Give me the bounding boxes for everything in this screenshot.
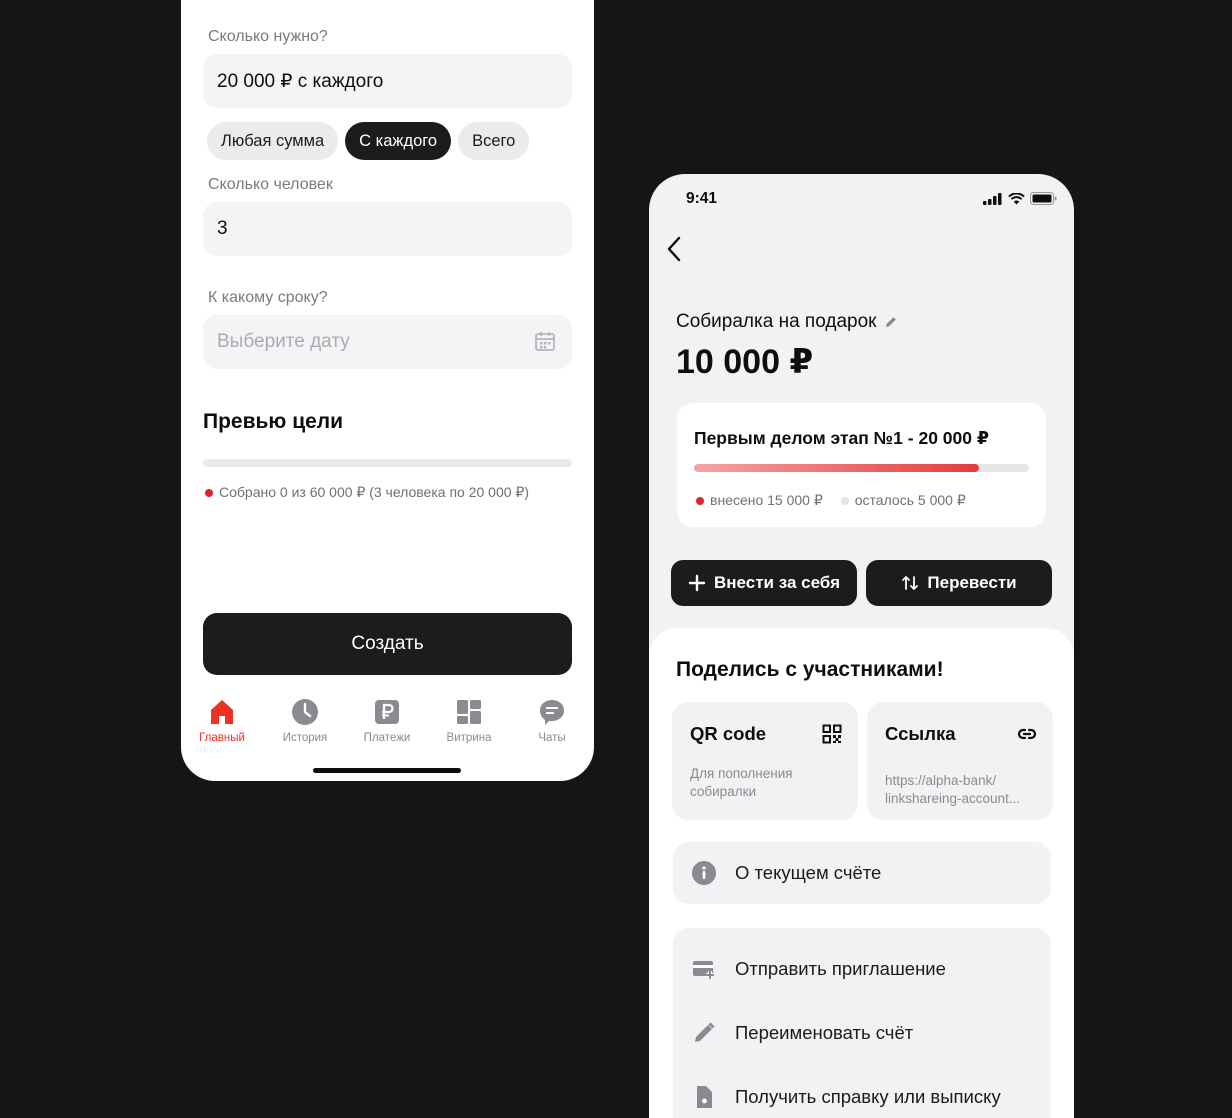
about-account-row[interactable]: О текущем счёте: [691, 860, 881, 886]
tab-chats-label: Чаты: [538, 732, 566, 744]
amount-field[interactable]: 20 000 ₽ с каждого: [203, 54, 572, 108]
get-statement-row[interactable]: Получить справку или выписку: [691, 1084, 1001, 1110]
tab-history[interactable]: История: [270, 697, 340, 744]
share-title: Поделись с участниками!: [676, 658, 944, 681]
goal-title-row: Собиралка на подарок: [676, 311, 898, 333]
tab-chats[interactable]: Чаты: [517, 697, 587, 744]
tab-showcase[interactable]: Витрина: [434, 697, 504, 744]
home-icon: [211, 700, 233, 724]
document-icon: [697, 1086, 712, 1108]
showcase-icon: [457, 700, 481, 724]
left-text: осталось 5 000 ₽: [854, 492, 966, 508]
stage-card: Первым делом этап №1 - 20 000 ₽ внесено …: [677, 403, 1046, 527]
invite-card-icon: [693, 961, 714, 979]
chip-per-person[interactable]: С каждого: [345, 122, 452, 160]
back-chevron-icon[interactable]: [663, 234, 687, 264]
left-legend: осталось 5 000 ₽: [840, 492, 966, 509]
chip-any-amount[interactable]: Любая сумма: [207, 122, 339, 160]
transfer-label: Перевести: [927, 573, 1017, 592]
stage-legend: внесено 15 000 ₽ осталось 5 000 ₽: [696, 492, 966, 509]
calendar-icon[interactable]: [534, 330, 556, 352]
amount-label: Сколько нужно?: [208, 28, 328, 45]
link-card[interactable]: Ссылка https://alpha-bank/ linkshareing-…: [867, 702, 1053, 820]
chip-total[interactable]: Всего: [458, 122, 530, 160]
plus-icon: [688, 574, 706, 592]
qr-title: QR code: [690, 723, 767, 744]
transfer-arrows-icon: [902, 576, 919, 590]
home-indicator: [313, 768, 461, 773]
wifi-icon: [1008, 192, 1025, 204]
about-account-card[interactable]: О текущем счёте: [673, 842, 1051, 904]
tab-payments[interactable]: Платежи: [352, 697, 422, 744]
deposit-button[interactable]: Внести за себя: [671, 560, 857, 606]
rename-account-label: Переименовать счёт: [735, 1022, 914, 1043]
status-icons: [983, 192, 1057, 205]
deposit-label: Внести за себя: [713, 573, 840, 592]
deadline-placeholder: Выберите дату: [217, 331, 350, 352]
people-label: Сколько человек: [208, 176, 333, 193]
collected-dot: [205, 488, 213, 497]
collected-status: Собрано 0 из 60 000 ₽ (3 человека по 20 …: [205, 484, 529, 501]
deadline-label: К какому сроку?: [208, 289, 328, 306]
link-title: Ссылка: [885, 723, 956, 744]
stage-progress-bar: [694, 464, 1029, 472]
amount-type-chips: Любая сумма С каждого Всего: [207, 122, 530, 160]
qr-subtitle: Для пополнения собиралки: [690, 766, 793, 799]
paid-dot: [696, 496, 704, 505]
tab-payments-label: Платежи: [363, 732, 411, 744]
people-field[interactable]: 3: [203, 202, 572, 256]
ruble-icon: [375, 700, 399, 724]
status-time: 9:41: [686, 190, 718, 207]
chat-icon: [540, 700, 564, 725]
tab-home[interactable]: Главный: [187, 697, 257, 744]
link-url: https://alpha-bank/ linkshareing-account…: [885, 773, 1021, 806]
create-button[interactable]: Создать: [203, 613, 572, 675]
preview-title: Превью цели: [203, 410, 344, 433]
deadline-field[interactable]: Выберите дату: [203, 315, 572, 369]
qr-code-icon: [822, 724, 842, 744]
share-sheet: Поделись с участниками! QR code Для попо…: [649, 628, 1074, 1118]
create-goal-screen: Сколько нужно? 20 000 ₽ с каждого Любая …: [181, 0, 594, 781]
rename-account-row[interactable]: Переименовать счёт: [691, 1020, 913, 1046]
actions-card: Отправить приглашение Переименовать счёт…: [673, 928, 1051, 1118]
edit-pencil-icon[interactable]: [884, 315, 898, 329]
info-icon: [692, 861, 716, 885]
qr-code-card[interactable]: QR code Для пополнения собиралки: [672, 702, 858, 820]
send-invite-label: Отправить приглашение: [735, 958, 946, 979]
paid-legend: внесено 15 000 ₽: [696, 492, 823, 509]
link-icon: [1017, 728, 1037, 740]
paid-text: внесено 15 000 ₽: [710, 492, 823, 508]
tab-showcase-label: Витрина: [446, 732, 492, 744]
send-invite-row[interactable]: Отправить приглашение: [691, 956, 946, 982]
about-account-label: О текущем счёте: [735, 862, 882, 883]
goal-title: Собиралка на подарок: [676, 311, 877, 332]
preview-progress-bar: [203, 459, 572, 467]
stage-progress-fill: [694, 464, 979, 472]
tab-bar: Главный История Платежи Витрина Чаты: [181, 697, 594, 747]
goal-amount: 10 000 ₽: [676, 343, 814, 381]
transfer-button[interactable]: Перевести: [866, 560, 1052, 606]
goal-detail-screen: 9:41 Собиралка на подарок 10 000 ₽ Первы…: [649, 174, 1074, 1118]
pencil-icon: [695, 1022, 715, 1042]
signal-icon: [983, 192, 1002, 205]
stage-title: Первым делом этап №1 - 20 000 ₽: [694, 428, 990, 448]
get-statement-label: Получить справку или выписку: [735, 1086, 1001, 1107]
tab-history-label: История: [282, 732, 328, 744]
collected-text: Собрано 0 из 60 000 ₽ (3 человека по 20 …: [219, 484, 529, 500]
left-dot: [840, 496, 849, 505]
clock-icon: [292, 699, 318, 725]
battery-icon: [1030, 192, 1057, 205]
tab-home-label: Главный: [199, 732, 245, 744]
